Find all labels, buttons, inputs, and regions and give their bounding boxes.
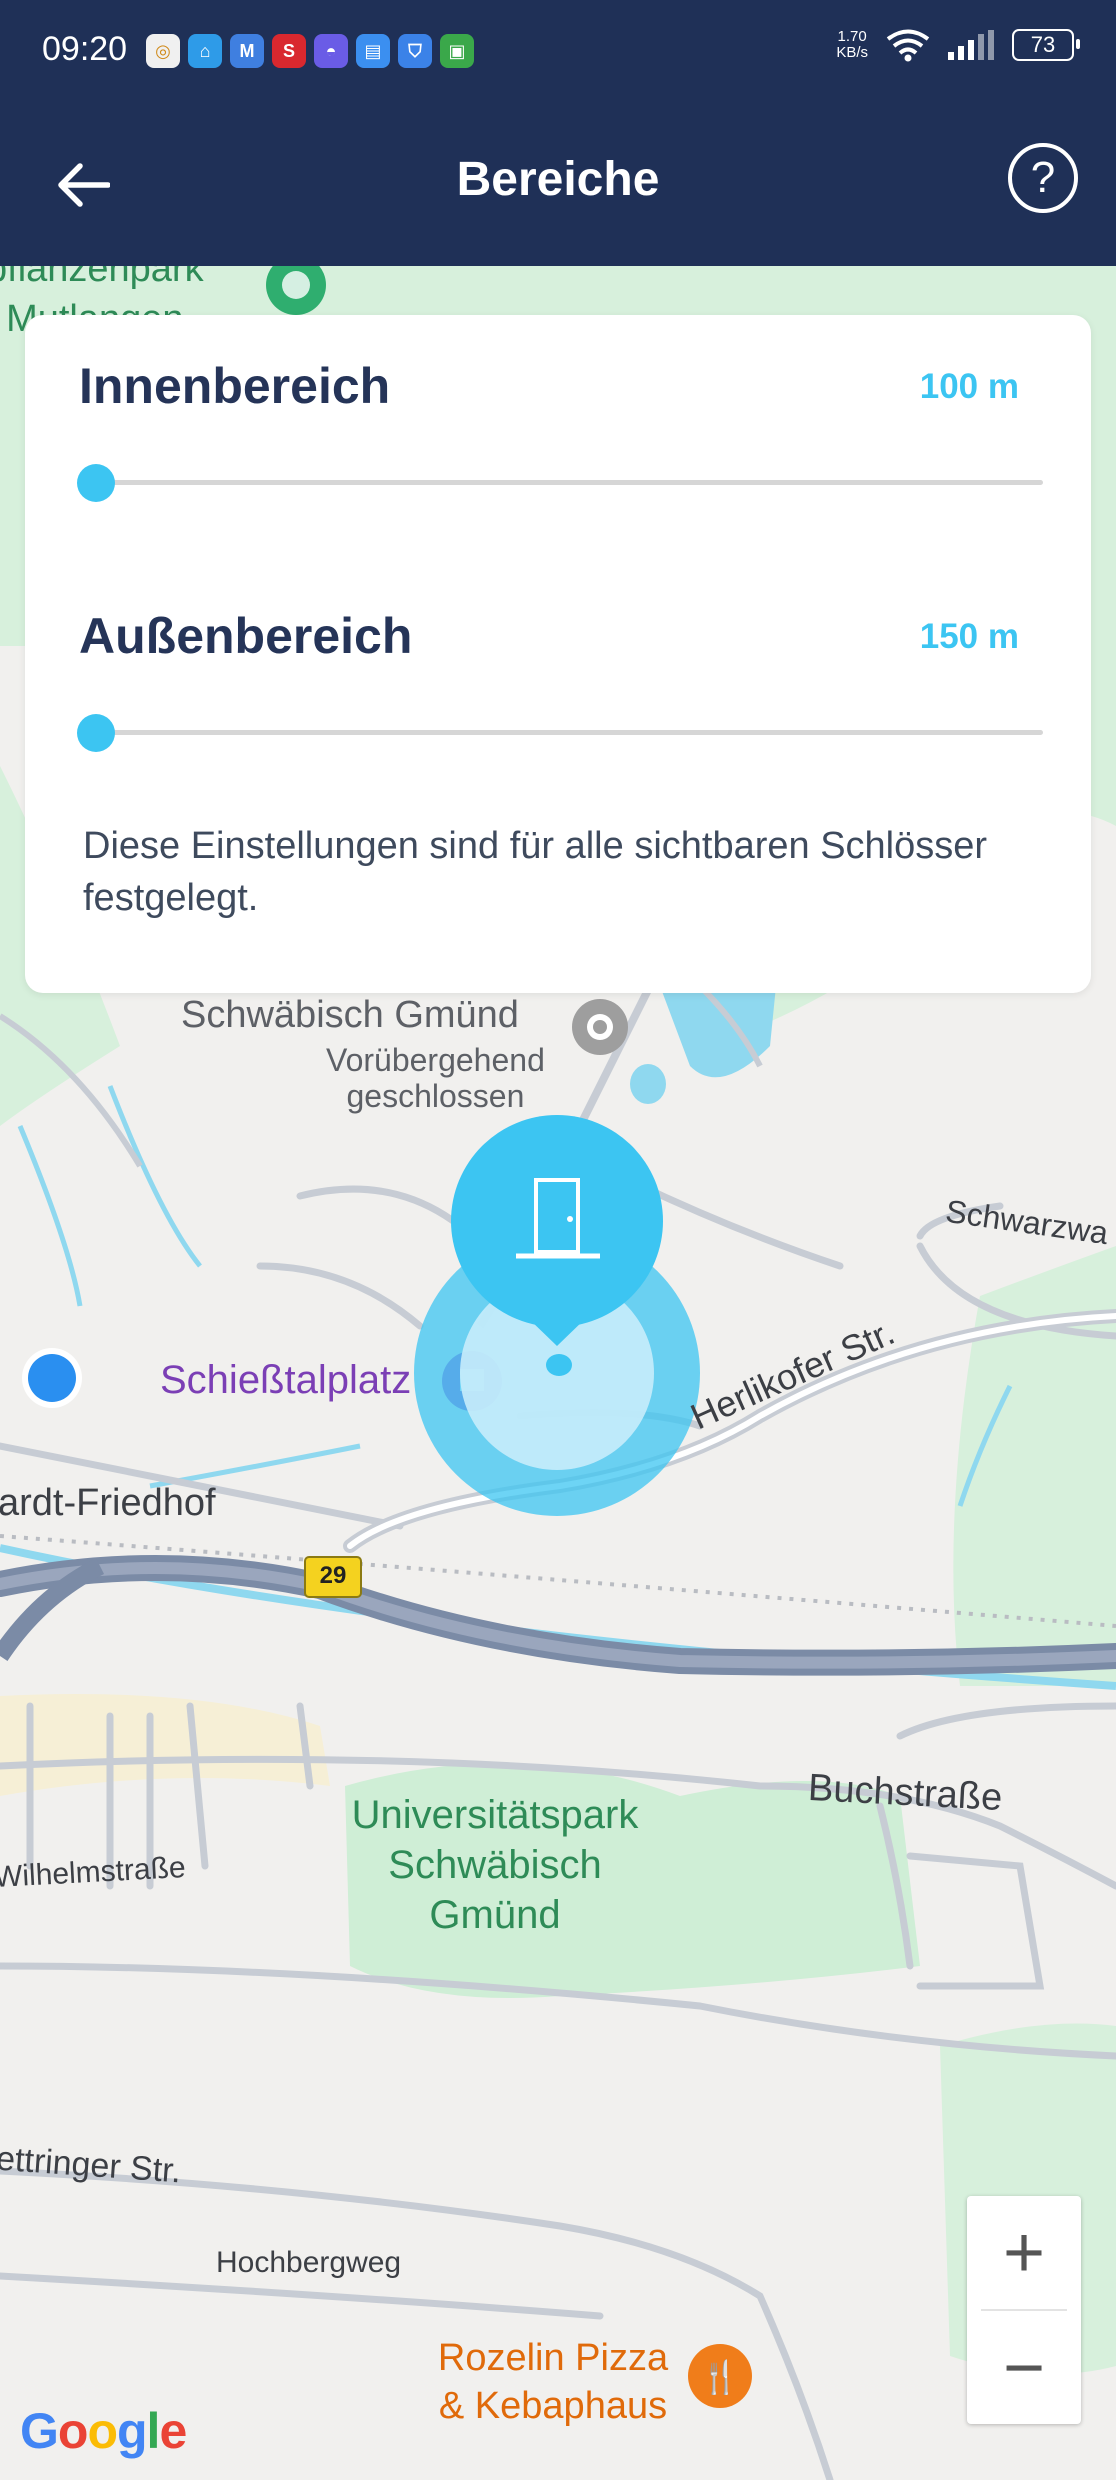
status-bar: 09:20 ◎ ⌂ M S ◓ ▤ ⛉ ▣ 1.70 KB/s 73: [0, 0, 1116, 100]
lock-icon: ▣: [440, 34, 474, 68]
slider-track: [79, 480, 1043, 485]
slider-track: [79, 730, 1043, 735]
map-label-schiesstalplatz: Schießtalplatz: [160, 1358, 412, 1402]
question-mark-icon: ?: [1030, 153, 1056, 202]
wifi-icon: [886, 29, 930, 62]
zoom-in-button[interactable]: +: [967, 2196, 1081, 2309]
settings-note: Diese Einstellungen sind für alle sichtb…: [83, 825, 988, 919]
status-app-icons: ◎ ⌂ M S ◓ ▤ ⛉ ▣: [146, 34, 474, 68]
planet-icon: ◓: [314, 34, 348, 68]
inner-area-value: 100 m: [919, 367, 1019, 406]
outer-area-slider[interactable]: [77, 713, 1043, 753]
route-sign-29: 29: [319, 1562, 347, 1589]
google-logo: Google: [20, 2403, 187, 2459]
app-bar: Bereiche ?: [0, 100, 1116, 266]
battery-indicator: 73: [1012, 29, 1080, 61]
signal-icon: [948, 30, 994, 60]
shield-icon: ⛉: [398, 34, 432, 68]
slider-thumb[interactable]: [77, 464, 115, 502]
inner-area-slider[interactable]: [77, 463, 1043, 503]
inner-area-label: Innenbereich: [79, 358, 391, 414]
map-label-hochbergweg: Hochbergweg: [216, 2246, 402, 2279]
area-settings-card: Innenbereich 100 m Außenbereich 150 m Di…: [25, 315, 1091, 993]
status-time: 09:20: [42, 30, 128, 68]
globe-icon: ◎: [146, 34, 180, 68]
outer-area-label: Außenbereich: [79, 608, 413, 664]
home-icon: ⌂: [188, 34, 222, 68]
mail-icon: M: [230, 34, 264, 68]
s-icon: S: [272, 34, 306, 68]
svg-text:🍴: 🍴: [700, 2358, 740, 2396]
map-label-restaurant: Rozelin Pizza & Kebaphaus: [437, 2337, 669, 2427]
help-button[interactable]: ?: [1008, 143, 1078, 213]
zoom-out-button[interactable]: −: [967, 2311, 1081, 2424]
map-label-schwaebisch-gmuend: Schwäbisch Gmünd: [181, 994, 519, 1036]
outer-area-value: 150 m: [919, 617, 1019, 656]
zoom-controls: + −: [967, 2196, 1081, 2424]
network-speed: 1.70 KB/s: [836, 28, 868, 61]
slider-thumb[interactable]: [77, 714, 115, 752]
map-label-temporarily-closed: Vorübergehend geschlossen: [326, 1042, 545, 1114]
page-title: Bereiche: [456, 153, 660, 206]
map-label-friedhof: ardt-Friedhof: [0, 1482, 216, 1524]
clipboard-icon: ▤: [356, 34, 390, 68]
map-label-universitaetspark: Universitätspark Schwäbisch Gmünd: [351, 1793, 639, 1937]
